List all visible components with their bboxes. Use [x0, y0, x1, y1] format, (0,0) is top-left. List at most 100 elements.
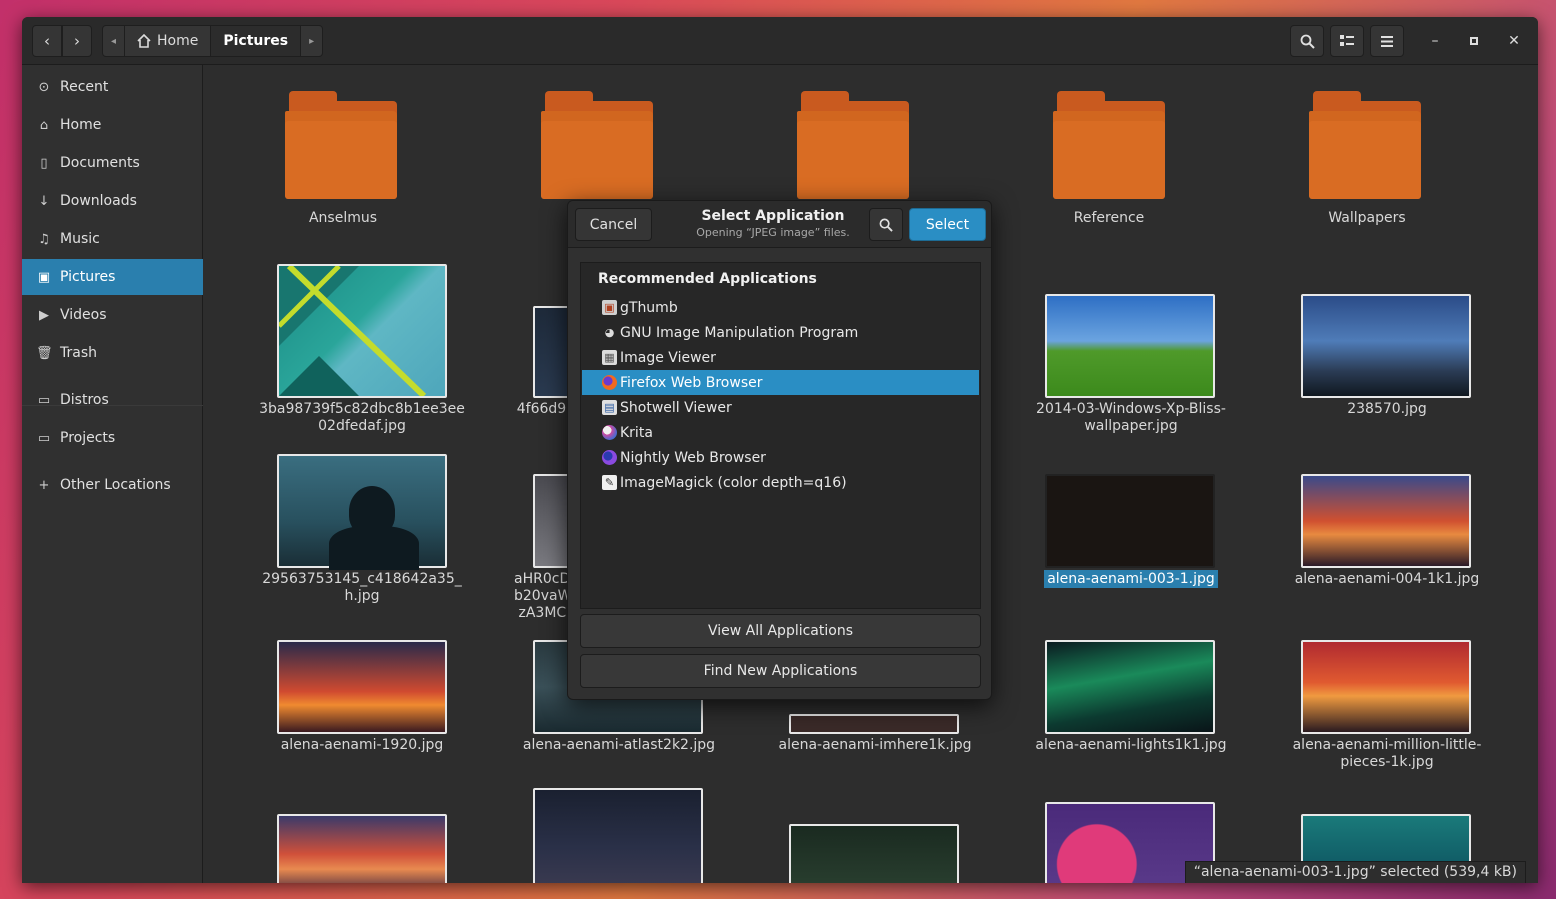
breadcrumb-pictures[interactable]: Pictures — [211, 26, 302, 56]
find-new-applications-button[interactable]: Find New Applications — [580, 654, 981, 688]
path-scroll-left[interactable]: ◂ — [103, 26, 126, 56]
gimp-icon: ◕ — [604, 326, 615, 339]
minimize-button[interactable]: – — [1423, 29, 1447, 53]
image-thumbnail[interactable] — [1045, 474, 1215, 568]
search-icon — [879, 218, 893, 232]
back-button[interactable]: ‹ — [32, 25, 62, 57]
menu-icon — [1381, 35, 1393, 47]
file-label: alena-aenami-million-little- pieces-1k.j… — [1292, 737, 1482, 770]
image-thumbnail[interactable] — [277, 814, 447, 883]
image-thumbnail[interactable] — [789, 714, 959, 734]
file-label: alena-aenami-1920.jpg — [280, 737, 444, 753]
app-item-image-viewer[interactable]: ▦ Image Viewer — [582, 345, 979, 370]
header-bar: ‹ › ◂ Home Pictures ▸ – ✕ — [22, 17, 1538, 65]
folder-icon[interactable] — [1309, 91, 1421, 199]
folder-icon[interactable] — [797, 91, 909, 199]
recommended-heading: Recommended Applications — [598, 271, 817, 287]
file-label: 238570.jpg — [1347, 401, 1427, 417]
sidebar-item-projects[interactable]: ▭ Projects — [22, 420, 203, 456]
sidebar-item-label: Other Locations — [60, 477, 171, 493]
sidebar-item-trash[interactable]: 🗑 Trash — [22, 335, 203, 371]
imagemagick-icon: ✎ — [602, 475, 617, 490]
app-label: Krita — [620, 424, 653, 441]
dialog-subtitle: Opening “JPEG image” files. — [696, 226, 850, 239]
sidebar-item-label: Home — [60, 117, 102, 133]
file-label: alena-aenami-lights1k1.jpg — [1035, 737, 1227, 753]
plus-icon: + — [38, 477, 50, 493]
image-thumbnail[interactable] — [277, 454, 447, 570]
document-icon: ▯ — [40, 155, 48, 171]
image-thumbnail[interactable] — [1045, 294, 1215, 398]
back-icon: ‹ — [44, 32, 50, 50]
maximize-icon — [1470, 37, 1478, 45]
krita-icon — [602, 425, 617, 440]
app-item-gimp[interactable]: ◕ GNU Image Manipulation Program — [582, 320, 979, 345]
search-button[interactable] — [1290, 25, 1324, 57]
sidebar: ⊙ Recent ⌂ Home ▯ Documents ↓ Downloads ♫ Mus… — [22, 65, 203, 883]
sidebar-item-home[interactable]: ⌂ Home — [22, 107, 203, 143]
minimize-icon: – — [1431, 33, 1439, 49]
sidebar-item-documents[interactable]: ▯ Documents — [22, 145, 203, 181]
app-item-shotwell[interactable]: ▤ Shotwell Viewer — [582, 395, 979, 420]
image-thumbnail[interactable] — [1301, 640, 1471, 734]
sidebar-item-downloads[interactable]: ↓ Downloads — [22, 183, 203, 219]
image-thumbnail[interactable] — [1301, 474, 1471, 568]
app-item-krita[interactable]: Krita — [582, 420, 979, 445]
sidebar-item-label: Projects — [60, 430, 116, 446]
file-label: Wallpapers — [1328, 210, 1406, 226]
select-button[interactable]: Select — [909, 208, 986, 241]
sidebar-item-label: Downloads — [60, 193, 137, 209]
path-scroll-right[interactable]: ▸ — [301, 26, 322, 56]
file-label: Reference — [1073, 210, 1145, 226]
sidebar-item-music[interactable]: ♫ Music — [22, 221, 203, 257]
sidebar-item-label: Videos — [60, 307, 107, 323]
breadcrumb-label: Pictures — [223, 33, 289, 49]
sidebar-item-videos[interactable]: ▶ Videos — [22, 297, 203, 333]
sidebar-item-recent[interactable]: ⊙ Recent — [22, 69, 203, 105]
image-thumbnail[interactable] — [277, 640, 447, 734]
firefox-icon — [602, 375, 617, 390]
camera-icon: ▣ — [37, 269, 51, 285]
sidebar-item-label: Trash — [60, 345, 97, 361]
image-thumbnail[interactable] — [1301, 294, 1471, 398]
sidebar-item-distros[interactable]: ▭ Distros — [22, 382, 203, 418]
view-toggle-button[interactable] — [1330, 25, 1364, 57]
app-item-firefox[interactable]: Firefox Web Browser — [582, 370, 979, 395]
folder-icon[interactable] — [285, 91, 397, 199]
breadcrumb-home[interactable]: Home — [125, 26, 212, 56]
select-application-dialog: Cancel Select Application Opening “JPEG … — [567, 200, 992, 700]
cancel-button[interactable]: Cancel — [575, 208, 652, 241]
file-label: alena-aenami-004-1k1.jpg — [1294, 571, 1480, 587]
view-toggle-icon — [1340, 35, 1354, 46]
image-thumbnail[interactable] — [277, 264, 447, 398]
home-icon: ⌂ — [39, 117, 49, 133]
close-button[interactable]: ✕ — [1502, 29, 1526, 53]
image-thumbnail[interactable] — [533, 788, 703, 883]
view-all-applications-button[interactable]: View All Applications — [580, 614, 981, 648]
sidebar-item-label: Distros — [60, 392, 109, 408]
forward-button[interactable]: › — [62, 25, 92, 57]
file-label: 29563753145_c418642a35_ h.jpg — [262, 571, 462, 604]
sidebar-item-other-locations[interactable]: + Other Locations — [22, 467, 203, 503]
sidebar-item-pictures[interactable]: ▣ Pictures — [22, 259, 203, 295]
video-icon: ▶ — [39, 307, 49, 323]
menu-button[interactable] — [1370, 25, 1404, 57]
dialog-search-button[interactable] — [869, 208, 903, 241]
nightly-icon — [602, 450, 617, 465]
app-item-imagemagick[interactable]: ✎ ImageMagick (color depth=q16) — [582, 470, 979, 495]
dialog-title: Select Application — [701, 208, 845, 224]
image-thumbnail[interactable] — [789, 824, 959, 883]
file-label: alena-aenami-atlast2k2.jpg — [522, 737, 716, 753]
app-label: GNU Image Manipulation Program — [620, 324, 859, 341]
download-icon: ↓ — [38, 193, 50, 209]
folder-icon: ▭ — [37, 430, 51, 446]
maximize-button[interactable] — [1462, 29, 1486, 53]
image-thumbnail[interactable] — [1045, 640, 1215, 734]
app-item-nightly[interactable]: Nightly Web Browser — [582, 445, 979, 470]
image-viewer-icon: ▦ — [602, 350, 617, 365]
app-label: Nightly Web Browser — [620, 449, 766, 466]
folder-icon[interactable] — [1053, 91, 1165, 199]
app-item-gthumb[interactable]: ▣ gThumb — [582, 295, 979, 320]
dialog-header: Cancel Select Application Opening “JPEG … — [568, 201, 991, 248]
folder-icon[interactable] — [541, 91, 653, 199]
